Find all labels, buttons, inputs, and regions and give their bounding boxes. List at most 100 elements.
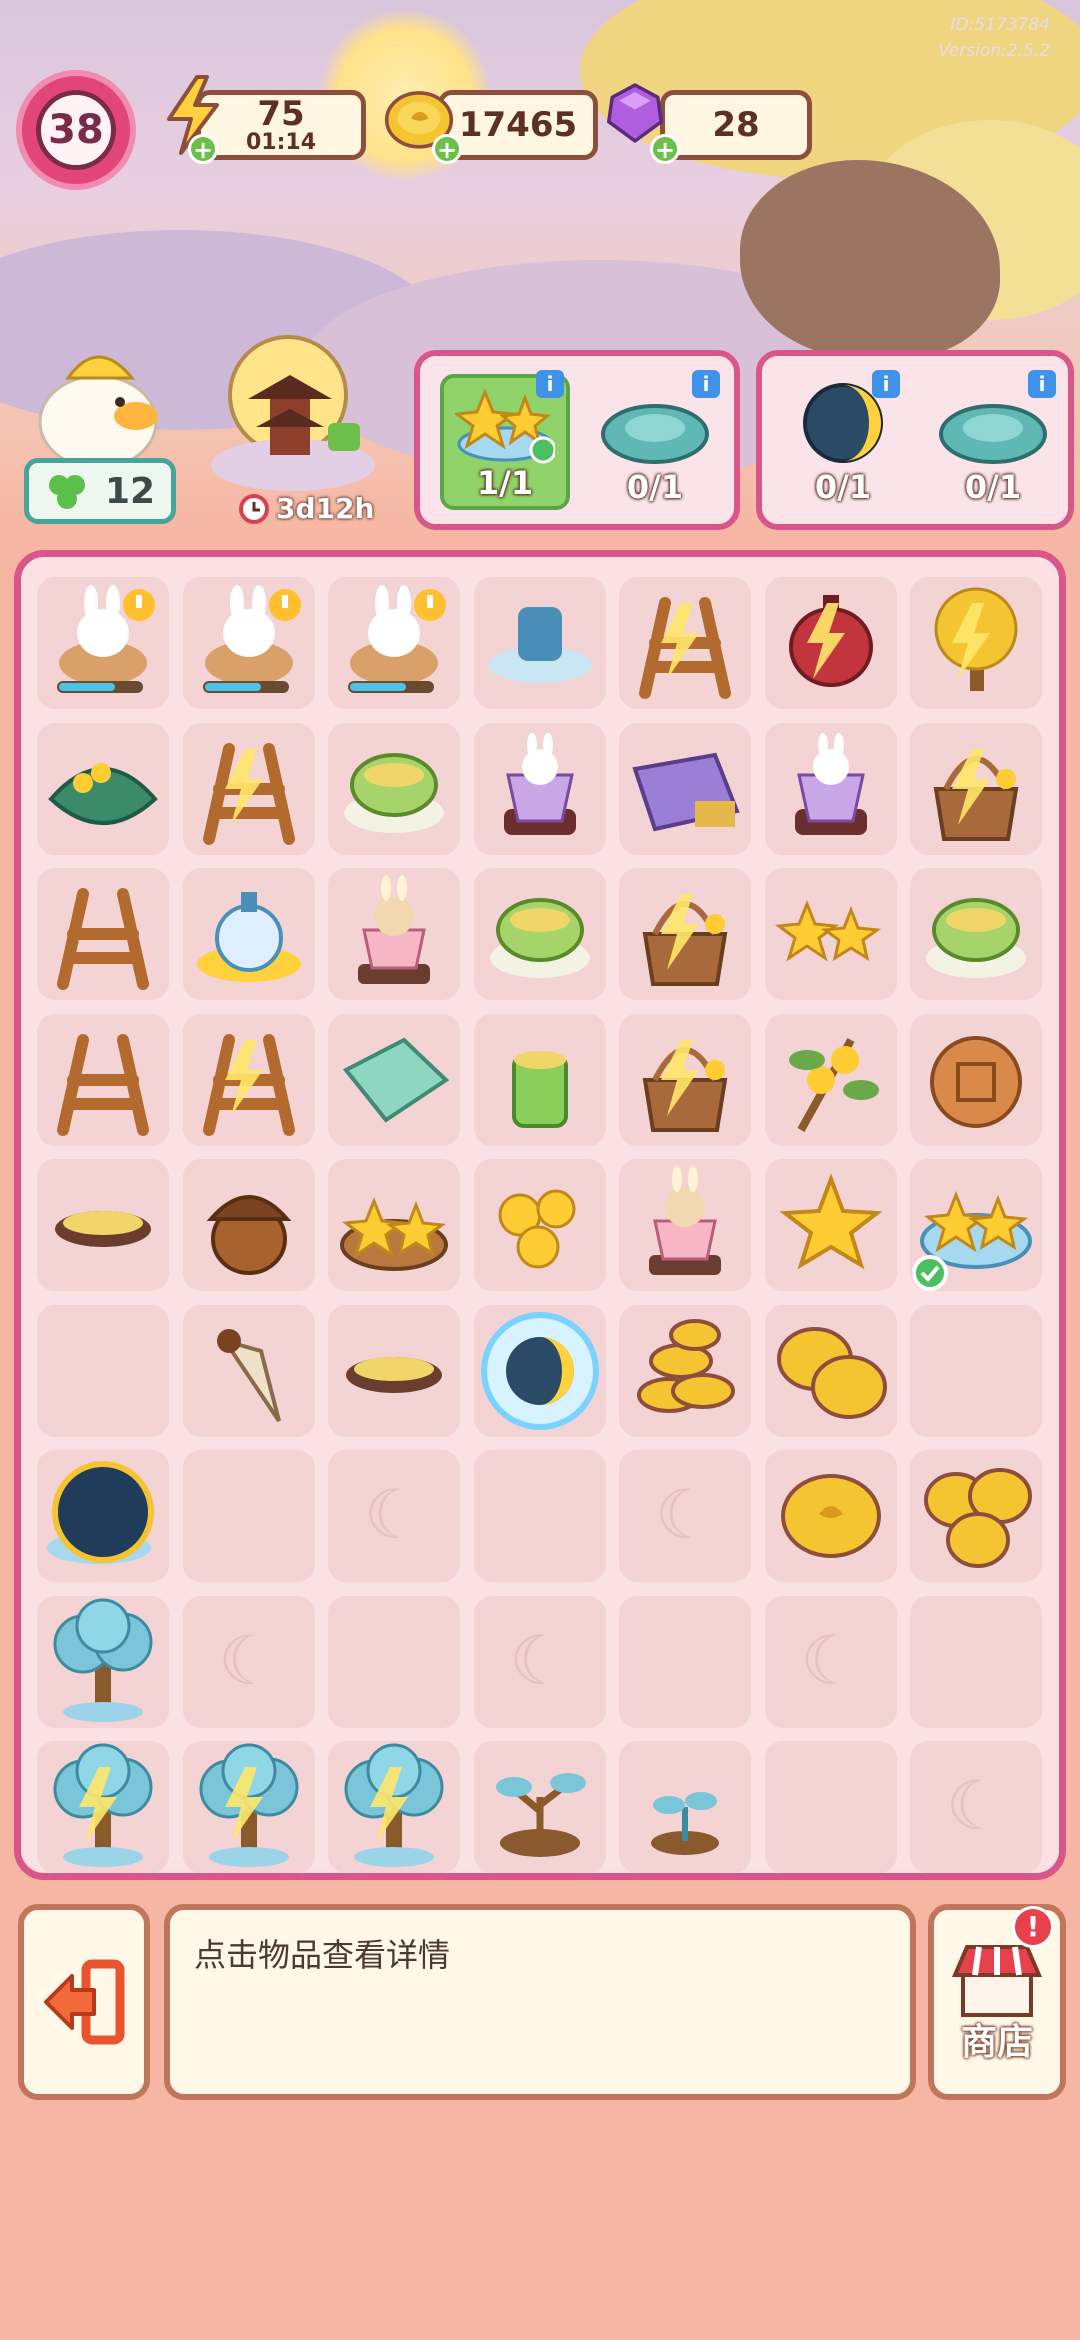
star-basket-icon: [340, 1196, 448, 1271]
board-item-blue-potion[interactable]: [182, 868, 315, 1000]
board-item-wood-rack-charged[interactable]: [619, 577, 751, 709]
moon-lock-icon: ☾: [654, 1476, 716, 1555]
order-card-1[interactable]: 1/1 i 0/1 i: [414, 350, 740, 530]
board-item-purple-cloth[interactable]: [619, 722, 751, 855]
board-cell-empty[interactable]: [764, 1741, 897, 1873]
board-item-wood-rack-charged[interactable]: [182, 1013, 315, 1146]
board-cell-locked[interactable]: ☾: [182, 1595, 315, 1728]
board-cell-locked[interactable]: ☾: [910, 1741, 1042, 1873]
board-item-bunny-pudding[interactable]: [619, 1159, 751, 1291]
green-cup-icon: [511, 1050, 568, 1128]
board-item-osmanthus-branch[interactable]: [764, 1013, 897, 1146]
order-card-2[interactable]: 0/1 i 0/1 i: [756, 350, 1074, 530]
board-item-red-lantern-charged[interactable]: [764, 577, 897, 709]
osmanthus-basket-icon: [642, 1039, 728, 1132]
board-item-osmanthus-basket-charged[interactable]: [619, 1013, 751, 1146]
board-item-green-cup[interactable]: [473, 1013, 606, 1146]
board-cell-empty[interactable]: [182, 1450, 315, 1582]
blue-tree-icon: [53, 1743, 153, 1867]
info-button[interactable]: i: [692, 370, 720, 398]
board-item-bunny-worker-2[interactable]: [182, 577, 315, 709]
board-item-yellow-flower[interactable]: [764, 1159, 897, 1291]
board-item-thunder-moon[interactable]: [37, 1450, 169, 1582]
info-button[interactable]: i: [1028, 370, 1056, 398]
info-button[interactable]: i: [536, 370, 564, 398]
order-count: 1/1: [476, 464, 534, 502]
shop-button[interactable]: 商店 !: [928, 1904, 1066, 2100]
green-bowl-icon: [344, 752, 444, 833]
gem-add-button[interactable]: +: [650, 134, 680, 164]
board-item-star-basket[interactable]: [328, 1159, 460, 1291]
board-cell-empty[interactable]: [473, 1450, 606, 1582]
board-item-osmanthus-leaf[interactable]: [37, 722, 169, 855]
board-item-blue-sprout[interactable]: [619, 1741, 751, 1873]
acorn-icon: [206, 1195, 291, 1275]
osmanthus-leaf-icon: [48, 762, 158, 825]
purple-cloth-icon: [632, 752, 740, 831]
board-item-coin-triple[interactable]: [910, 1450, 1042, 1582]
board-item-blue-tree-charged[interactable]: [37, 1741, 169, 1873]
board-cell-locked[interactable]: ☾: [473, 1595, 606, 1728]
green-bowl-icon: [489, 898, 590, 978]
board-cell-empty[interactable]: [619, 1595, 751, 1728]
bunny-pudding-icon: [649, 1166, 721, 1275]
board-item-coin[interactable]: [764, 1450, 897, 1582]
osmanthus-flowers-icon: [498, 1189, 575, 1269]
board-cell-locked[interactable]: ☾: [764, 1595, 897, 1728]
board-item-mooncake[interactable]: [910, 1013, 1042, 1146]
coin-add-button[interactable]: +: [432, 134, 462, 164]
board-item-wood-rack[interactable]: [37, 868, 169, 1000]
board-item-coin-stack[interactable]: [619, 1304, 751, 1437]
board-item-small-dish[interactable]: [37, 1159, 169, 1291]
blue-sprout-icon: [651, 1792, 719, 1855]
board-item-bunny-cup[interactable]: [473, 722, 606, 855]
order-count: 0/1: [964, 468, 1022, 506]
exit-button[interactable]: [18, 1904, 150, 2100]
board-cell-empty[interactable]: [910, 1304, 1042, 1437]
yellow-flower-icon: [779, 1173, 882, 1270]
blue-sapling-icon: [495, 1773, 586, 1857]
board-item-small-dish[interactable]: [328, 1304, 460, 1437]
board-item-bunny-worker-3[interactable]: [328, 577, 460, 709]
board-cell-empty[interactable]: [328, 1595, 460, 1728]
board-item-lantern-cloud[interactable]: [473, 577, 606, 709]
board-item-blue-tree-charged[interactable]: [328, 1741, 460, 1873]
gem-counter[interactable]: 28: [660, 90, 812, 160]
gem-value: 28: [712, 105, 760, 145]
board-item-star-fruit-plate-check[interactable]: [910, 1159, 1042, 1291]
board-cell-locked[interactable]: ☾: [328, 1450, 460, 1582]
coin-counter[interactable]: 17465: [438, 90, 598, 160]
board-item-teal-cloth[interactable]: [328, 1013, 460, 1146]
board-item-blue-sapling[interactable]: [473, 1741, 606, 1873]
board-item-bunny-worker-1[interactable]: [37, 577, 169, 709]
board-item-blue-tree-charged[interactable]: [182, 1741, 315, 1873]
board-item-osmanthus-basket-charged[interactable]: [910, 722, 1042, 855]
board-item-osmanthus-basket-charged[interactable]: [619, 868, 751, 1000]
board-cell-locked[interactable]: ☾: [619, 1450, 751, 1582]
board-item-acorn[interactable]: [182, 1159, 315, 1291]
board-cell-empty[interactable]: [37, 1304, 169, 1437]
coin-stack-icon: [637, 1318, 735, 1413]
shop-label: 商店: [960, 2022, 1033, 2063]
board-item-blue-tree[interactable]: [37, 1595, 169, 1728]
bunny-pudding-icon: [358, 875, 430, 984]
board-item-osmanthus-flowers[interactable]: [473, 1159, 606, 1291]
level-badge[interactable]: 38: [16, 70, 136, 190]
board-item-bunny-cup[interactable]: [764, 722, 897, 855]
board-item-green-bowl[interactable]: [328, 722, 460, 855]
board-item-bunny-pudding[interactable]: [328, 868, 460, 1000]
board-item-green-bowl[interactable]: [473, 868, 606, 1000]
board-cell-empty[interactable]: [910, 1595, 1042, 1728]
blue-tree-icon: [344, 1743, 444, 1867]
board-item-golden-tree-charged[interactable]: [910, 577, 1042, 709]
board-item-moon-bubble[interactable]: [473, 1304, 606, 1437]
board-item-green-bowl[interactable]: [910, 868, 1042, 1000]
blue-tree-icon: [199, 1743, 298, 1867]
info-button[interactable]: i: [872, 370, 900, 398]
board-item-coin-pair[interactable]: [764, 1304, 897, 1437]
board-item-wood-rack-charged[interactable]: [182, 722, 315, 855]
board-item-twin-stars[interactable]: [764, 868, 897, 1000]
energy-add-button[interactable]: +: [188, 134, 218, 164]
board-item-shell-cone[interactable]: [182, 1304, 315, 1437]
board-item-wood-rack[interactable]: [37, 1013, 169, 1146]
